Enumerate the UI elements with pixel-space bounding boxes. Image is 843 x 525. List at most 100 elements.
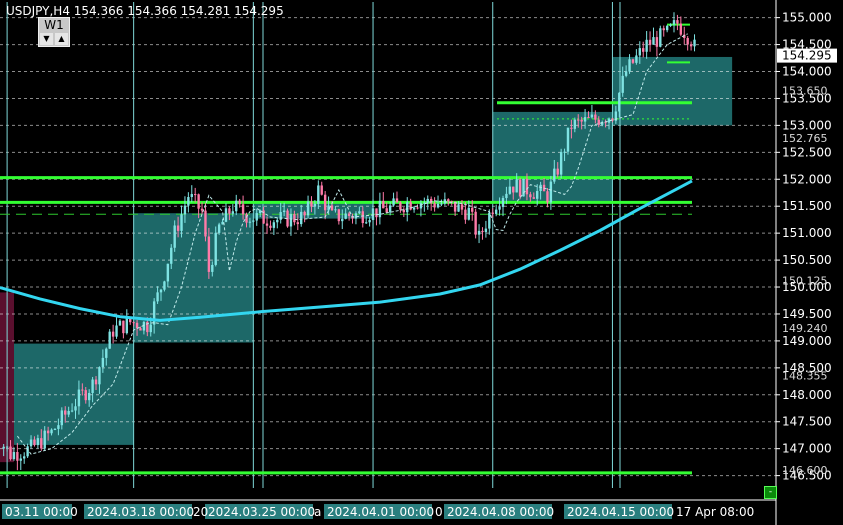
candle-body xyxy=(77,389,81,407)
candle-body xyxy=(501,198,505,207)
candle-body xyxy=(231,211,235,214)
candle-body xyxy=(477,230,481,235)
candle-body xyxy=(265,223,269,226)
candle-body xyxy=(536,190,539,199)
candle-body xyxy=(200,208,204,211)
candle-body xyxy=(214,232,217,265)
candle-body xyxy=(467,207,470,220)
candle-body xyxy=(180,214,183,231)
candle-body xyxy=(163,281,166,290)
candle-body xyxy=(2,446,5,449)
candle-body xyxy=(635,55,638,63)
price-marker-label: 153.650 xyxy=(782,84,828,97)
candle-body xyxy=(276,219,279,223)
candle-body xyxy=(573,119,577,129)
candle-body xyxy=(228,208,231,214)
timeframe-widget[interactable]: W1 ▼ ▲ xyxy=(38,17,70,47)
candle-body xyxy=(323,194,327,211)
candle-body xyxy=(665,25,669,31)
candle-body xyxy=(559,152,563,175)
candle-body xyxy=(412,207,416,210)
timeframe-up-button[interactable]: ▲ xyxy=(55,33,68,45)
candle-body xyxy=(269,225,272,228)
candle-body xyxy=(330,205,334,211)
candle-body xyxy=(556,168,559,175)
candle-body xyxy=(29,439,33,447)
candle-body xyxy=(53,428,57,430)
candle-body xyxy=(84,390,87,401)
candle-body xyxy=(235,200,238,212)
candle-body xyxy=(566,127,570,152)
candle-body xyxy=(494,209,498,214)
timeframe-down-button[interactable]: ▼ xyxy=(40,33,53,45)
time-label: 03.11 00:00 xyxy=(5,505,78,519)
time-label-partial: 20 xyxy=(193,505,208,519)
candle-body xyxy=(382,200,385,209)
candle-body xyxy=(679,23,683,35)
candle-body xyxy=(87,392,91,401)
candle-body xyxy=(642,48,645,52)
candle-body xyxy=(317,185,320,204)
candle-body xyxy=(190,194,193,198)
chart-corner-button[interactable]: - xyxy=(764,486,777,499)
candle-body xyxy=(272,222,276,228)
candle-body xyxy=(395,198,399,203)
candle-body xyxy=(365,222,368,224)
candle-body xyxy=(211,264,214,272)
candle-body xyxy=(371,208,375,221)
price-tick-label: 147.500 xyxy=(782,415,832,429)
candle-body xyxy=(81,389,84,391)
time-label-partial: 0 xyxy=(435,505,443,519)
candle-body xyxy=(638,48,641,56)
candle-body xyxy=(248,221,252,223)
time-label-partial: a xyxy=(314,505,321,519)
candle-body xyxy=(583,117,587,122)
candle-body xyxy=(624,71,628,76)
price-marker-label: 150.125 xyxy=(782,274,828,287)
candle-body xyxy=(368,220,371,223)
price-marker-label: 148.355 xyxy=(782,370,828,383)
candle-body xyxy=(676,20,679,24)
candle-body xyxy=(344,213,347,219)
candle-body xyxy=(183,205,187,215)
price-tick-label: 150.500 xyxy=(782,253,832,267)
candle-body xyxy=(409,202,412,210)
candle-body xyxy=(580,119,583,122)
price-tick-label: 153.000 xyxy=(782,118,832,132)
candle-body xyxy=(347,213,351,217)
timeframe-label: W1 xyxy=(44,18,64,32)
price-marker-label: 146.600 xyxy=(782,464,828,477)
price-tick-label: 152.000 xyxy=(782,172,832,186)
price-tick-label: 151.000 xyxy=(782,226,832,240)
candle-body xyxy=(645,39,648,52)
candle-body xyxy=(529,194,532,198)
candle-body xyxy=(546,191,549,203)
candle-body xyxy=(334,209,337,211)
candle-body xyxy=(587,117,590,119)
candle-body xyxy=(207,236,211,272)
price-tick-label: 155.000 xyxy=(782,11,832,25)
candle-body xyxy=(91,379,94,393)
price-marker-label: 152.765 xyxy=(782,132,828,145)
candle-body xyxy=(392,198,395,206)
price-tick-label: 147.000 xyxy=(782,442,832,456)
candle-body xyxy=(354,213,358,219)
candle-body xyxy=(621,75,624,93)
price-tick-label: 149.000 xyxy=(782,334,832,348)
candle-body xyxy=(522,178,525,197)
candle-body xyxy=(135,322,139,329)
candle-body xyxy=(173,225,176,248)
candle-body xyxy=(491,212,494,214)
price-chart[interactable]: 155.000154.500154.000153.500153.000152.5… xyxy=(0,0,843,525)
candle-body xyxy=(156,292,159,302)
price-tick-label: 152.500 xyxy=(782,145,832,159)
candle-body xyxy=(282,210,286,213)
candle-body xyxy=(139,328,142,331)
candle-body xyxy=(385,208,388,213)
candle-body xyxy=(686,38,689,45)
candle-body xyxy=(118,320,122,326)
candle-body xyxy=(594,114,597,120)
candle-body xyxy=(197,194,200,209)
candle-body xyxy=(426,198,429,203)
candle-body xyxy=(416,207,419,209)
